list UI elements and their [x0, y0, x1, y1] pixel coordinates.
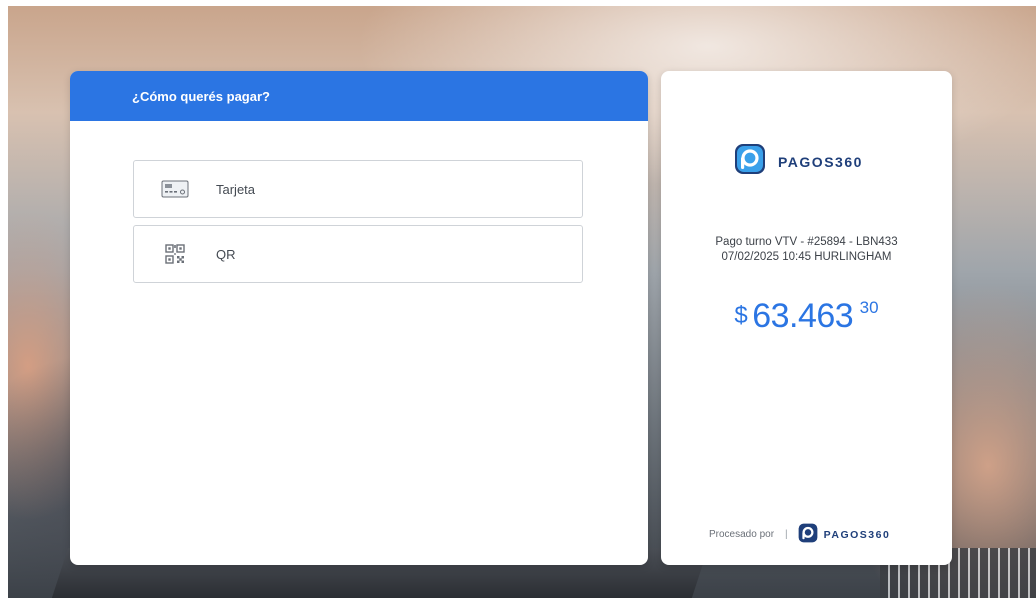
payment-amount: $ 63.463 30 [661, 297, 952, 336]
option-card-button[interactable]: Tarjeta [133, 160, 583, 218]
payment-method-card: ¿Cómo querés pagar? Tarjeta QR [70, 71, 648, 565]
qr-code-icon [160, 243, 190, 265]
option-card-label: Tarjeta [216, 181, 256, 197]
credit-card-icon [160, 178, 190, 200]
option-qr-button[interactable]: QR [133, 225, 583, 283]
option-qr-label: QR [216, 246, 236, 262]
footer-separator: | [785, 529, 788, 540]
processed-by-label: Procesado por [709, 529, 775, 540]
amount-decimals: 30 [859, 298, 879, 317]
processed-by-footer: Procesado por | PAGOS360 [709, 523, 890, 546]
brand-logo-text: PAGOS360 [778, 153, 863, 170]
payment-method-header: ¿Cómo querés pagar? [70, 71, 648, 121]
amount-currency: $ [734, 302, 748, 329]
pagos360-footer-logo-icon [798, 523, 818, 546]
payment-summary-card: PAGOS360 Pago turno VTV - #25894 - LBN43… [661, 71, 952, 565]
payment-description-line2: 07/02/2025 10:45 HURLINGHAM [721, 251, 892, 263]
payment-description-line1: Pago turno VTV - #25894 - LBN433 [715, 236, 898, 248]
pagos360-logo-icon [734, 143, 766, 180]
amount-integer: 63.463 [752, 297, 854, 335]
brand-logo: PAGOS360 [734, 143, 863, 180]
payment-method-title: ¿Cómo querés pagar? [132, 88, 270, 104]
footer-brand-text: PAGOS360 [823, 528, 891, 541]
